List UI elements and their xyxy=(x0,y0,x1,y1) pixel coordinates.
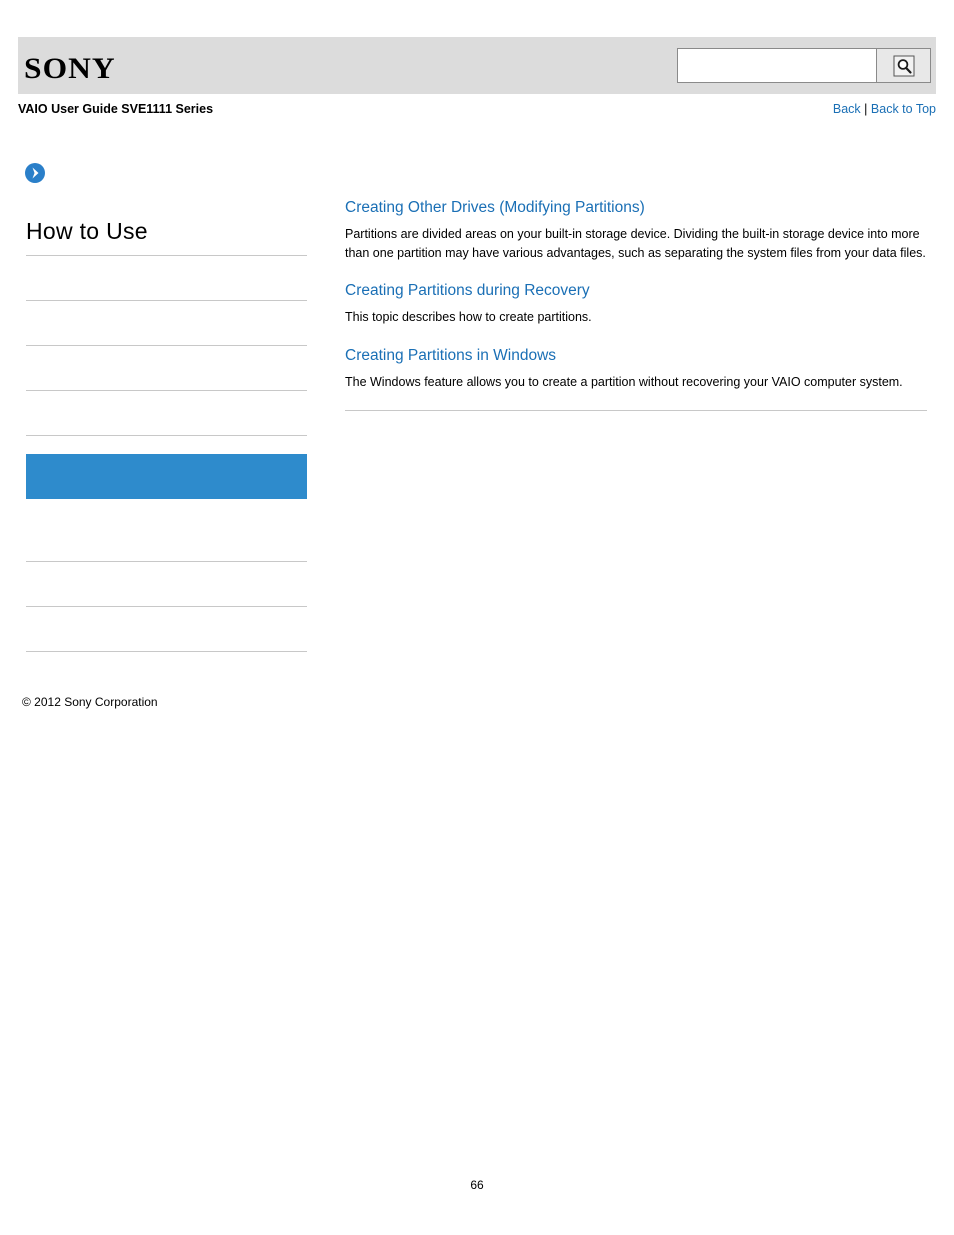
back-to-top-link[interactable]: Back to Top xyxy=(871,102,936,116)
back-link[interactable]: Back xyxy=(833,102,861,116)
sidebar-item-3[interactable] xyxy=(26,391,307,436)
header-nav: Back | Back to Top xyxy=(833,102,936,116)
topic-item: Creating Other Drives (Modifying Partiti… xyxy=(345,198,927,262)
content-divider xyxy=(345,410,927,411)
page-title: VAIO User Guide SVE1111 Series xyxy=(18,102,214,116)
topic-link-2[interactable]: Creating Partitions in Windows xyxy=(345,346,927,366)
search-button[interactable] xyxy=(876,49,930,82)
main-content: Creating Other Drives (Modifying Partiti… xyxy=(345,198,927,411)
topic-description-1: This topic describes how to create parti… xyxy=(345,310,592,324)
search-icon xyxy=(893,55,914,76)
sidebar-heading: How to Use xyxy=(26,218,307,256)
topic-item: Creating Partitions during Recovery This… xyxy=(345,281,927,327)
copyright-text: © 2012 Sony Corporation xyxy=(22,695,158,709)
sony-logo: SONY xyxy=(24,52,116,85)
sidebar-item-2[interactable] xyxy=(26,346,307,391)
sidebar-item-5[interactable] xyxy=(26,517,307,562)
sidebar-item-0[interactable] xyxy=(26,256,307,301)
sidebar-item-4-selected[interactable] xyxy=(26,454,307,499)
sidebar: How to Use xyxy=(26,218,307,652)
title-row: VAIO User Guide SVE1111 Series Back | Ba… xyxy=(18,102,936,122)
page-number: 66 xyxy=(470,1178,484,1192)
topic-link-0[interactable]: Creating Other Drives (Modifying Partiti… xyxy=(345,198,927,218)
search-box[interactable] xyxy=(677,48,931,83)
topic-description-0: Partitions are divided areas on your bui… xyxy=(345,227,926,260)
topic-link-1[interactable]: Creating Partitions during Recovery xyxy=(345,281,927,301)
sidebar-item-7[interactable] xyxy=(26,607,307,652)
chevron-right-icon xyxy=(24,162,46,184)
search-input[interactable] xyxy=(678,49,876,82)
sidebar-item-6[interactable] xyxy=(26,562,307,607)
sidebar-item-1[interactable] xyxy=(26,301,307,346)
topic-description-2: The Windows feature allows you to create… xyxy=(345,374,903,389)
topic-item: Creating Partitions in Windows The Windo… xyxy=(345,346,927,392)
nav-separator: | xyxy=(864,102,868,116)
